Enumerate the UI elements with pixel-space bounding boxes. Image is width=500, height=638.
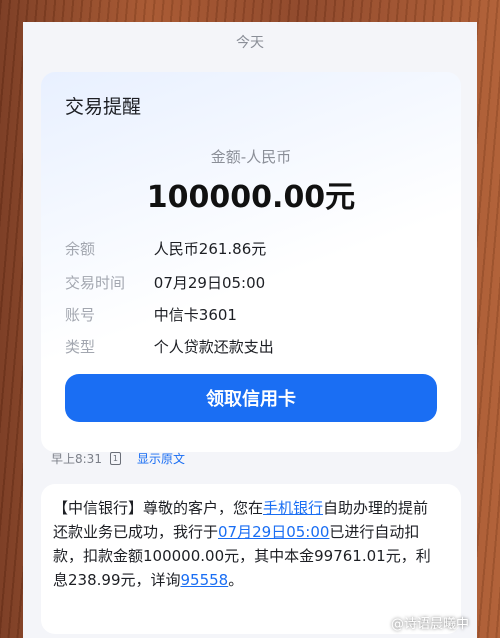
- message-text-part: 【中信银行】尊敬的客户，您在: [53, 499, 264, 517]
- detail-key: 交易时间: [65, 274, 126, 292]
- card-title: 交易提醒: [65, 96, 142, 118]
- detail-row-account: 账号 中信卡3601: [65, 304, 237, 325]
- message-meta: 早上8:31 1 显示原文: [51, 450, 185, 467]
- detail-key: 类型: [65, 338, 96, 356]
- watermark: @诗语晨曦中: [372, 613, 469, 632]
- detail-row-type: 类型 个人贷款还款支出: [65, 336, 274, 357]
- date-link[interactable]: 07月29日05:00: [218, 523, 329, 541]
- sms-message-bubble[interactable]: 【中信银行】尊敬的客户，您在手机银行自助办理的提前还款业务已成功，我行于07月2…: [41, 484, 461, 634]
- apply-credit-card-button[interactable]: 领取信用卡: [65, 374, 437, 422]
- detail-key: 账号: [65, 306, 96, 324]
- mobile-banking-link[interactable]: 手机银行: [263, 499, 323, 517]
- date-header: 今天: [236, 35, 264, 51]
- show-original-link[interactable]: 显示原文: [137, 450, 185, 467]
- message-time: 早上8:31: [51, 452, 102, 466]
- detail-key: 余额: [65, 240, 96, 258]
- sms-message-text: 【中信银行】尊敬的客户，您在手机银行自助办理的提前还款业务已成功，我行于07月2…: [53, 496, 443, 592]
- detail-value: 中信卡3601: [153, 306, 237, 324]
- amount-value: 100000.00元: [146, 180, 356, 215]
- watermark-logo-icon: [372, 615, 387, 630]
- detail-row-time: 交易时间 07月29日05:00: [65, 272, 265, 293]
- amount-label: 金额-人民币: [210, 148, 292, 166]
- detail-row-balance: 余额 人民币261.86元: [65, 238, 266, 259]
- phone-number-link[interactable]: 95558: [181, 571, 229, 589]
- detail-value: 人民币261.86元: [153, 240, 267, 258]
- transaction-alert-card[interactable]: 交易提醒 金额-人民币 100000.00元 余额 人民币261.86元 交易时…: [41, 72, 461, 452]
- detail-value: 07月29日05:00: [153, 274, 266, 292]
- sim-card-icon: 1: [109, 452, 121, 465]
- message-text-part: 。: [228, 571, 244, 589]
- detail-value: 个人贷款还款支出: [153, 338, 274, 356]
- watermark-text: @诗语晨曦中: [390, 617, 469, 632]
- sms-thread-screen: 今天 交易提醒 金额-人民币 100000.00元 余额 人民币261.86元 …: [23, 22, 477, 638]
